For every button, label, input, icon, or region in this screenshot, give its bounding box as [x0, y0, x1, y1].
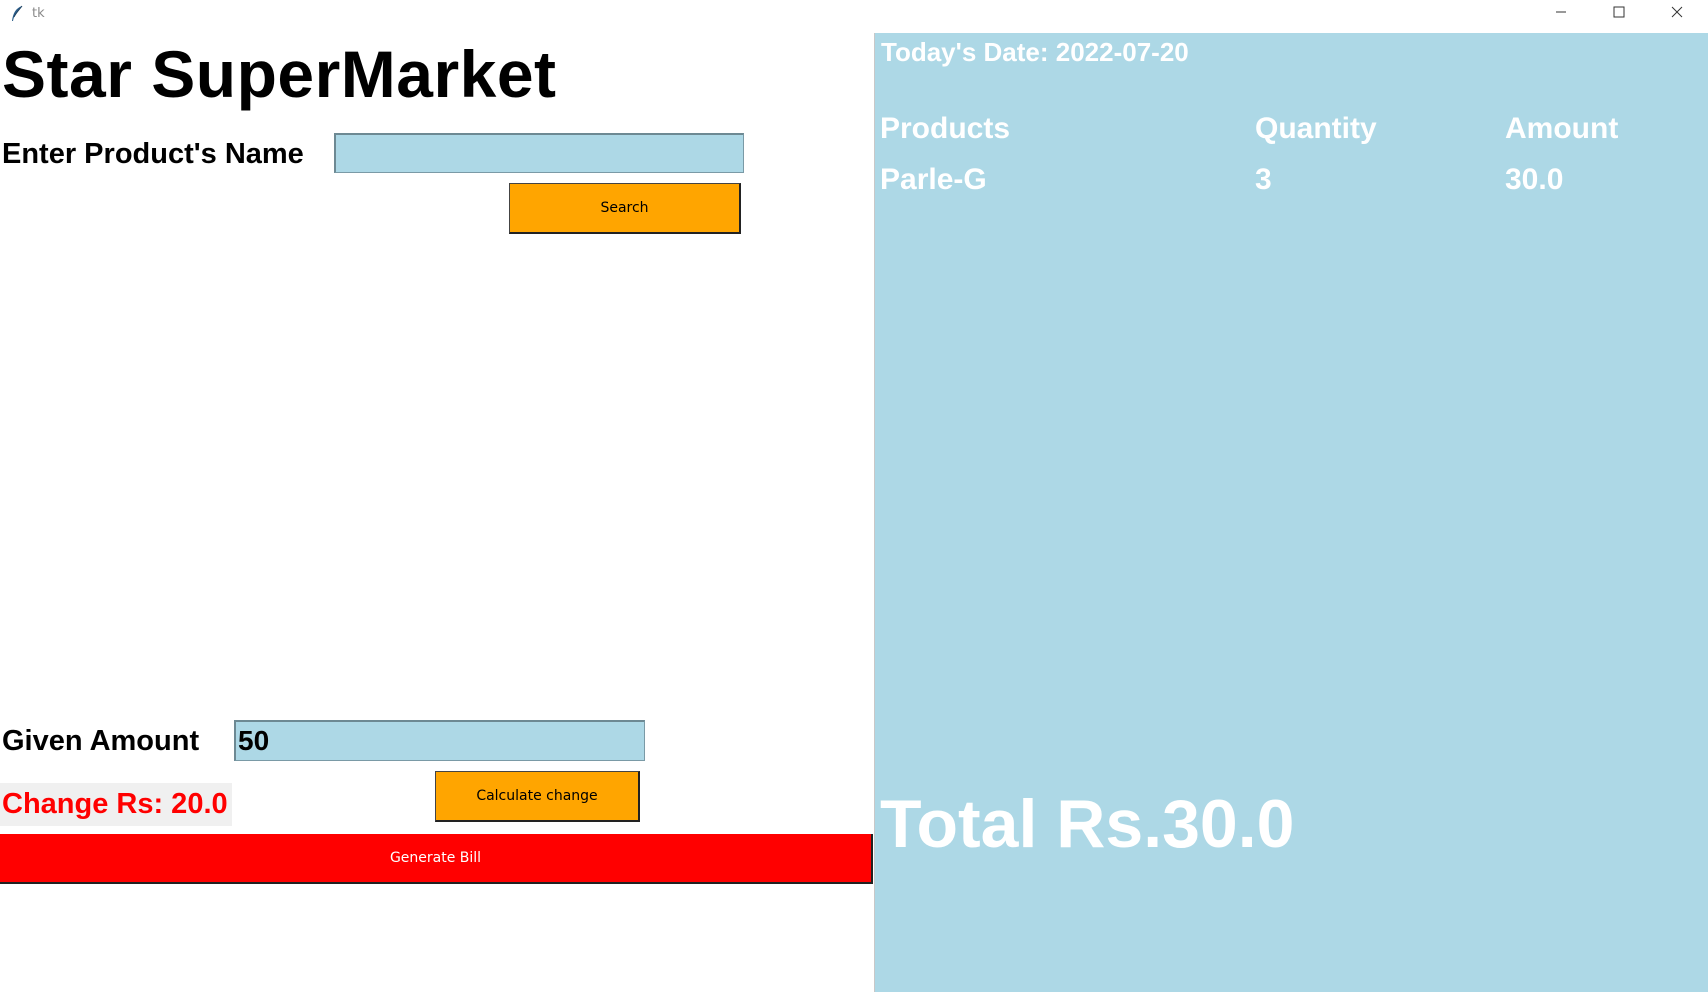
close-icon — [1671, 5, 1683, 23]
calculate-change-button[interactable]: Calculate change — [435, 771, 640, 822]
product-name-input[interactable] — [334, 133, 744, 173]
product-name-label: Enter Product's Name — [2, 138, 304, 170]
bill-item-quantity: 3 — [1255, 163, 1272, 196]
given-amount-label: Given Amount — [2, 725, 200, 757]
window-titlebar: tk — [0, 0, 1708, 28]
feather-icon — [10, 5, 24, 23]
bill-header-products: Products — [880, 112, 1011, 145]
search-button[interactable]: Search — [509, 183, 741, 234]
given-amount-input[interactable] — [234, 720, 645, 761]
minimize-button[interactable] — [1532, 0, 1590, 28]
bill-total: Total Rs.30.0 — [880, 786, 1295, 862]
close-button[interactable] — [1648, 0, 1706, 28]
minimize-icon — [1555, 5, 1567, 23]
bill-item-amount: 30.0 — [1505, 163, 1564, 196]
maximize-icon — [1613, 5, 1625, 23]
bill-header-amount: Amount — [1505, 112, 1619, 145]
bill-header-quantity: Quantity — [1255, 112, 1377, 145]
bill-item-product: Parle-G — [880, 163, 987, 196]
generate-bill-button[interactable]: Generate Bill — [0, 834, 873, 884]
bill-date: Today's Date: 2022-07-20 — [881, 37, 1189, 67]
bill-panel: Today's Date: 2022-07-20 Products Quanti… — [874, 33, 1708, 992]
maximize-button[interactable] — [1590, 0, 1648, 28]
window-title: tk — [32, 6, 45, 21]
store-title: Star SuperMarket — [2, 37, 557, 111]
change-label: Change Rs: 20.0 — [0, 783, 232, 826]
